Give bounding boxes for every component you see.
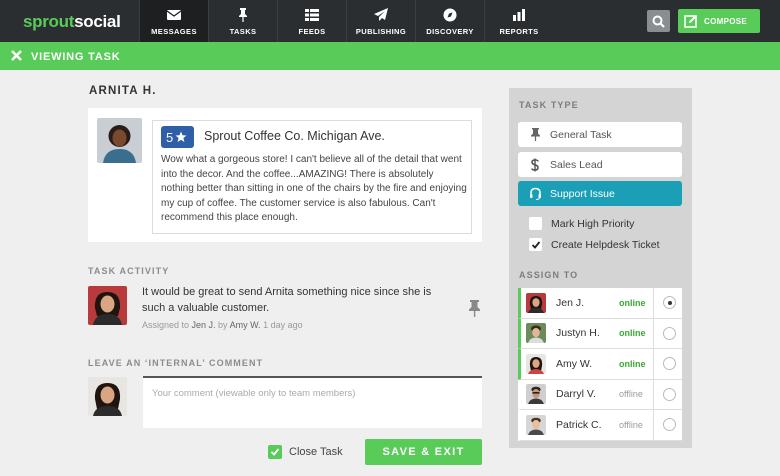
- nav-item-publishing[interactable]: PUBLISHING: [346, 0, 415, 42]
- assignee-status: online: [619, 297, 646, 308]
- assignee-status: online: [619, 358, 646, 369]
- nav-label: MESSAGES: [151, 27, 197, 36]
- pin-icon[interactable]: [467, 300, 482, 317]
- comment-input[interactable]: Your comment (viewable only to team memb…: [143, 376, 482, 428]
- message-box: 5 Sprout Coffee Co. Michigan Ave. Wow wh…: [152, 120, 472, 234]
- nav-label: REPORTS: [499, 27, 539, 36]
- save-exit-button[interactable]: SAVE & EXIT: [365, 439, 482, 465]
- author-name: ARNITA H.: [89, 85, 157, 97]
- compose-button[interactable]: COMPOSE: [678, 9, 760, 33]
- assignee-radio-selected[interactable]: [663, 296, 676, 310]
- assignee-list: Jen J. online Justyn H. online Amy W. on…: [518, 288, 682, 441]
- assignee-radio[interactable]: [663, 357, 676, 371]
- option-label: Mark High Priority: [551, 217, 635, 230]
- bar-chart-icon: [513, 9, 525, 21]
- task-settings-panel: TASK TYPE General Task Sales Lead Suppor…: [509, 88, 692, 448]
- rating-badge: 5: [161, 126, 194, 148]
- checkbox-checked[interactable]: [529, 238, 542, 251]
- assignee-name: Jen J.: [556, 296, 585, 309]
- assignee-row-justyn[interactable]: Justyn H. online: [518, 318, 682, 349]
- check-icon: [531, 240, 540, 249]
- assign-to-label: ASSIGN TO: [519, 270, 579, 280]
- comment-placeholder: Your comment (viewable only to team memb…: [152, 388, 356, 399]
- comment-label: LEAVE AN ‘INTERNAL’ COMMENT: [88, 358, 264, 368]
- nav-label: FEEDS: [298, 27, 326, 36]
- task-type-label-text: Sales Lead: [550, 158, 603, 171]
- nav-items: MESSAGES TASKS FEEDS PUBLISHING DISCOVER…: [139, 0, 553, 42]
- feeds-icon: [305, 9, 319, 21]
- star-icon: [175, 131, 187, 142]
- assignee-row-patrick[interactable]: Patrick C. offline: [518, 410, 682, 441]
- nav-item-reports[interactable]: REPORTS: [484, 0, 553, 42]
- compass-icon: [443, 8, 457, 22]
- nav-item-tasks[interactable]: TASKS: [208, 0, 277, 42]
- pin-icon: [530, 128, 540, 141]
- activity-meta: Assigned to Jen J. by Amy W. 1 day ago: [142, 320, 303, 330]
- nav-item-feeds[interactable]: FEEDS: [277, 0, 346, 42]
- assignee-status: offline: [619, 389, 643, 400]
- message-body: Wow what a gorgeous store! I can't belie…: [161, 154, 467, 224]
- nav-item-discovery[interactable]: DISCOVERY: [415, 0, 484, 42]
- assignee-radio[interactable]: [663, 387, 676, 401]
- close-task-label: Close Task: [289, 446, 343, 458]
- assignee-status: offline: [619, 419, 643, 430]
- nav-label: DISCOVERY: [426, 27, 474, 36]
- avatar: [526, 384, 546, 405]
- task-type-sales-lead[interactable]: Sales Lead: [518, 152, 682, 177]
- assignee-name: Darryl V.: [556, 388, 596, 401]
- avatar: [97, 118, 142, 163]
- task-activity-label: TASK ACTIVITY: [88, 266, 170, 276]
- task-type-general[interactable]: General Task: [518, 122, 682, 147]
- envelope-icon: [166, 10, 182, 20]
- avatar: [526, 323, 546, 344]
- assignee-row-jen[interactable]: Jen J. online: [518, 288, 682, 319]
- task-type-support-issue[interactable]: Support Issue: [518, 181, 682, 206]
- close-task-checkbox[interactable]: Close Task: [268, 445, 343, 459]
- assignee-radio[interactable]: [663, 326, 676, 340]
- assignee-row-amy[interactable]: Amy W. online: [518, 349, 682, 380]
- mark-high-priority-checkbox[interactable]: Mark High Priority: [529, 217, 634, 230]
- search-button[interactable]: [647, 10, 670, 32]
- compose-label: COMPOSE: [704, 16, 747, 26]
- assignee-status: online: [619, 328, 646, 339]
- activity-text: It would be great to send Arnita somethi…: [142, 286, 432, 314]
- checkbox-checked[interactable]: [268, 445, 282, 459]
- headset-icon: [529, 187, 541, 200]
- checkbox-unchecked[interactable]: [529, 217, 542, 230]
- avatar: [88, 286, 127, 325]
- message-title: Sprout Coffee Co. Michigan Ave.: [204, 129, 385, 143]
- assignee-row-darryl[interactable]: Darryl V. offline: [518, 379, 682, 410]
- assignee-name: Justyn H.: [556, 327, 600, 340]
- check-icon: [270, 448, 280, 456]
- nav-label: TASKS: [229, 27, 257, 36]
- nav-label: PUBLISHING: [355, 27, 407, 36]
- paper-plane-icon: [374, 8, 388, 21]
- avatar: [88, 377, 127, 416]
- avatar: [526, 353, 546, 374]
- compose-icon: [684, 15, 697, 28]
- task-type-label-text: General Task: [550, 128, 612, 141]
- search-icon: [652, 15, 665, 28]
- pin-icon: [239, 8, 247, 22]
- assignee-radio[interactable]: [663, 418, 676, 432]
- task-type-label: TASK TYPE: [519, 100, 579, 110]
- viewing-task-bar: VIEWING TASK: [0, 42, 780, 70]
- nav-item-messages[interactable]: MESSAGES: [139, 0, 208, 42]
- close-icon[interactable]: [11, 50, 22, 61]
- top-nav: sproutsocial MESSAGES TASKS FEEDS PUBLIS…: [0, 0, 780, 42]
- option-label: Create Helpdesk Ticket: [551, 238, 660, 251]
- dollar-icon: [531, 158, 539, 171]
- assignee-name: Patrick C.: [556, 418, 602, 431]
- avatar: [526, 414, 546, 435]
- sprout-social-logo[interactable]: sproutsocial: [23, 12, 121, 32]
- create-helpdesk-ticket-checkbox[interactable]: Create Helpdesk Ticket: [529, 238, 660, 251]
- assignee-name: Amy W.: [556, 357, 593, 370]
- avatar: [526, 292, 546, 313]
- task-type-label-text: Support Issue: [550, 187, 615, 200]
- banner-title: VIEWING TASK: [31, 51, 121, 63]
- message-card: 5 Sprout Coffee Co. Michigan Ave. Wow wh…: [88, 108, 482, 242]
